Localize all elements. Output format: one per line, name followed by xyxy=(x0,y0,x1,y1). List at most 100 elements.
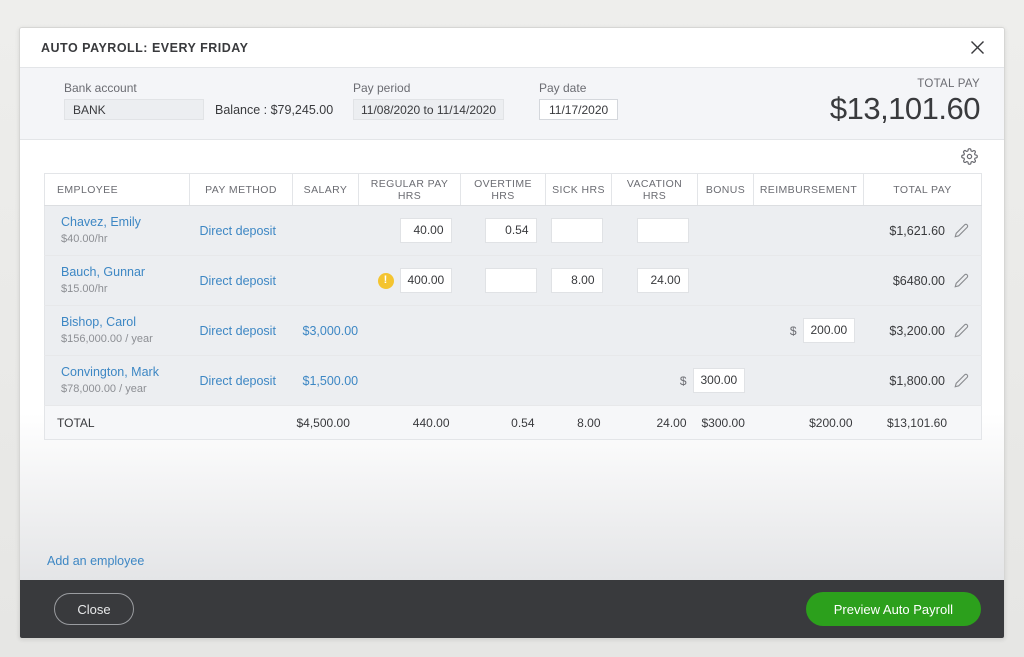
regular-pay-hrs-cell xyxy=(358,355,461,406)
column-header-sick-hrs: SICK HRS xyxy=(545,173,612,206)
total-reimbursement: $200.00 xyxy=(753,405,864,440)
bonus-cell xyxy=(697,205,754,256)
pay-method-cell: Direct deposit xyxy=(189,255,293,306)
pencil-icon[interactable] xyxy=(954,223,969,238)
pay-period-label: Pay period xyxy=(353,81,411,95)
regular-pay-hrs-input[interactable]: 400.00 xyxy=(399,268,452,293)
total-pay-cell: $1,621.60 xyxy=(863,205,982,256)
employee-name-link[interactable]: Bauch, Gunnar xyxy=(49,265,186,280)
table-row: Bishop, Carol $156,000.00 / year Direct … xyxy=(44,305,982,356)
sick-hrs-input[interactable] xyxy=(550,218,603,243)
total-row-label: TOTAL xyxy=(44,405,190,440)
vacation-hrs-cell xyxy=(611,305,698,356)
dialog-titlebar: AUTO PAYROLL: EVERY FRIDAY xyxy=(20,28,1004,67)
employee-name-link[interactable]: Chavez, Emily xyxy=(49,215,186,230)
table-row: Bauch, Gunnar $15.00/hr Direct deposit !… xyxy=(44,255,982,306)
total-pay-value: $6480.00 xyxy=(892,273,945,288)
total-pay-value: $1,800.00 xyxy=(889,373,945,388)
pay-method-link[interactable]: Direct deposit xyxy=(194,224,289,238)
employee-rate: $15.00/hr xyxy=(61,283,108,295)
pay-method-cell: Direct deposit xyxy=(189,205,293,256)
auto-payroll-dialog: AUTO PAYROLL: EVERY FRIDAY Bank account … xyxy=(19,27,1005,639)
total-pay-amount: $13,101.60 xyxy=(829,91,981,126)
table-total-row: TOTAL $4,500.00 440.00 0.54 8.00 24.00 $… xyxy=(44,405,982,440)
reimbursement-cell xyxy=(753,255,864,306)
salary-value: $1,500.00 xyxy=(302,373,359,388)
pencil-icon[interactable] xyxy=(954,373,969,388)
pay-period-field[interactable]: 11/08/2020 to 11/14/2020 xyxy=(353,99,505,120)
vacation-hrs-cell: 24.00 xyxy=(611,255,698,306)
pay-method-cell: Direct deposit xyxy=(189,305,293,356)
vacation-hrs-input[interactable] xyxy=(636,218,689,243)
column-header-pay-method: PAY METHOD xyxy=(189,173,293,206)
vacation-hrs-cell xyxy=(611,205,698,256)
bonus-input[interactable]: 300.00 xyxy=(692,368,745,393)
close-button[interactable]: Close xyxy=(54,593,134,625)
sick-hrs-cell xyxy=(545,205,612,256)
dialog-title: AUTO PAYROLL: EVERY FRIDAY xyxy=(41,40,249,55)
overtime-hrs-cell xyxy=(460,355,546,406)
preview-auto-payroll-button[interactable]: Preview Auto Payroll xyxy=(805,592,981,626)
sick-hrs-cell xyxy=(545,355,612,406)
overtime-hrs-input[interactable] xyxy=(484,268,537,293)
total-pay-value: $3,200.00 xyxy=(889,323,945,338)
pay-method-cell: Direct deposit xyxy=(189,355,293,406)
total-total-pay: $13,101.60 xyxy=(863,405,982,440)
payroll-table: EMPLOYEE PAY METHOD SALARY REGULAR PAY H… xyxy=(44,173,982,440)
vacation-hrs-input[interactable]: 24.00 xyxy=(636,268,689,293)
bank-account-field[interactable]: BANK xyxy=(64,99,204,120)
overtime-hrs-cell: 0.54 xyxy=(460,205,546,256)
pencil-icon[interactable] xyxy=(954,273,969,288)
gear-icon[interactable] xyxy=(958,146,980,168)
overtime-hrs-input[interactable]: 0.54 xyxy=(484,218,537,243)
regular-pay-hrs-input[interactable]: 40.00 xyxy=(399,218,452,243)
dialog-body: EMPLOYEE PAY METHOD SALARY REGULAR PAY H… xyxy=(20,140,1004,580)
salary-value: $3,000.00 xyxy=(302,323,359,338)
sick-hrs-input[interactable]: 8.00 xyxy=(550,268,603,293)
column-header-vacation-hrs: VACATION HRS xyxy=(611,173,698,206)
employee-cell: Chavez, Emily $40.00/hr xyxy=(44,205,190,256)
pencil-icon[interactable] xyxy=(954,323,969,338)
regular-pay-hrs-cell xyxy=(358,305,461,356)
total-pay-summary: TOTAL PAY $13,101.60 xyxy=(829,78,981,127)
employee-rate: $156,000.00 / year xyxy=(61,333,153,345)
total-pay-cell: $6480.00 xyxy=(863,255,982,306)
close-icon[interactable] xyxy=(964,35,990,61)
table-row: Convington, Mark $78,000.00 / year Direc… xyxy=(44,355,982,406)
pay-method-link[interactable]: Direct deposit xyxy=(194,274,289,288)
salary-cell xyxy=(292,205,359,256)
total-pay-label: TOTAL PAY xyxy=(917,78,980,90)
total-regular-hrs: 440.00 xyxy=(358,405,461,440)
employee-name-link[interactable]: Convington, Mark xyxy=(49,365,186,380)
bonus-cell xyxy=(697,255,754,306)
total-pay-value: $1,621.60 xyxy=(889,223,945,238)
table-toolbar xyxy=(44,140,980,173)
pay-method-link[interactable]: Direct deposit xyxy=(194,374,289,388)
column-header-reimbursement: REIMBURSEMENT xyxy=(753,173,864,206)
overtime-hrs-cell xyxy=(460,255,546,306)
column-header-regular-pay-hrs: REGULAR PAY HRS xyxy=(358,173,461,206)
bank-account-label: Bank account xyxy=(64,81,137,95)
summary-band: Bank account BANK Balance : $79,245.00 P… xyxy=(20,67,1004,140)
employee-cell: Bishop, Carol $156,000.00 / year xyxy=(44,305,190,356)
pay-method-link[interactable]: Direct deposit xyxy=(194,324,289,338)
reimbursement-cell xyxy=(753,205,864,256)
overtime-hrs-cell xyxy=(460,305,546,356)
table-row: Chavez, Emily $40.00/hr Direct deposit 4… xyxy=(44,205,982,256)
pay-date-group: Pay date 11/17/2020 xyxy=(539,81,619,120)
currency-symbol: $ xyxy=(789,323,797,338)
employee-name-link[interactable]: Bishop, Carol xyxy=(49,315,186,330)
column-header-bonus: BONUS xyxy=(697,173,754,206)
column-header-salary: SALARY xyxy=(292,173,359,206)
total-salary: $4,500.00 xyxy=(292,405,359,440)
reimbursement-input[interactable]: 200.00 xyxy=(802,318,855,343)
total-pay-cell: $1,800.00 xyxy=(863,355,982,406)
table-header-row: EMPLOYEE PAY METHOD SALARY REGULAR PAY H… xyxy=(44,173,982,206)
add-employee-link[interactable]: Add an employee xyxy=(47,554,144,568)
pay-date-field[interactable]: 11/17/2020 xyxy=(539,99,619,120)
salary-cell: $3,000.00 xyxy=(292,305,359,356)
warning-icon[interactable]: ! xyxy=(377,272,394,289)
total-overtime-hrs: 0.54 xyxy=(460,405,546,440)
employee-rate: $40.00/hr xyxy=(61,233,108,245)
regular-pay-hrs-cell: ! 400.00 xyxy=(358,255,461,306)
